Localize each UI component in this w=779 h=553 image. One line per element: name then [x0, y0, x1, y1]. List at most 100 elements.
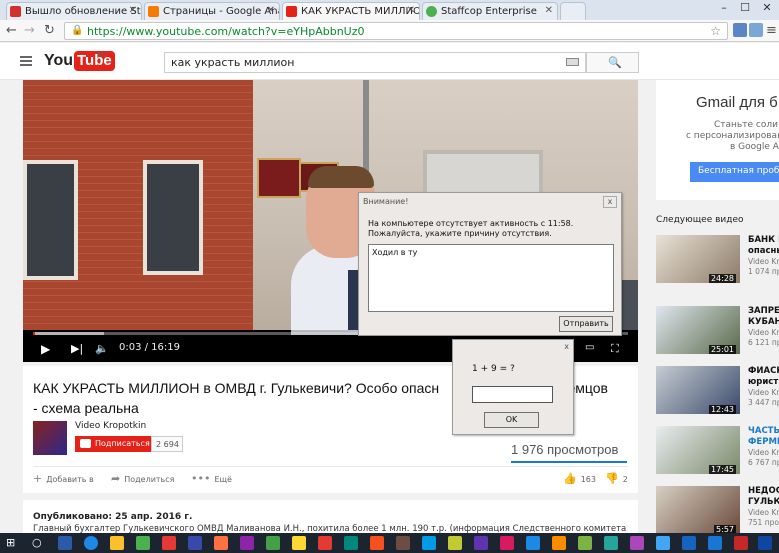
tab-google-analytics[interactable]: Страницы - Google Analy ✕	[144, 2, 280, 20]
minimize-window-icon[interactable]: –	[715, 1, 733, 14]
app-icon[interactable]	[162, 536, 176, 550]
back-icon[interactable]: ←	[6, 23, 17, 38]
app-icon[interactable]	[370, 536, 384, 550]
related-channel[interactable]: Video Kr	[748, 448, 779, 457]
ok-button[interactable]: OK	[484, 412, 539, 428]
windows-start-icon[interactable]: ⊞	[6, 536, 20, 550]
app-icon[interactable]	[758, 536, 772, 550]
youtube-logo[interactable]: You	[44, 52, 73, 70]
search-input[interactable]: как украсть миллион	[164, 52, 586, 73]
related-video[interactable]: 24:28 БАНК Г опасны Video Kr 1 074 пр	[656, 235, 779, 287]
address-bar[interactable]: 🔒 https://www.youtube.com/watch?v=eYHpAb…	[64, 22, 728, 40]
related-title[interactable]: опасны	[748, 246, 779, 256]
add-to-button[interactable]: + Добавить в	[33, 472, 94, 485]
subscribe-button[interactable]: Подписаться	[75, 436, 151, 452]
app-icon[interactable]	[474, 536, 488, 550]
youtube-icon	[80, 439, 91, 448]
related-video[interactable]: 12:43 ФИАСК юрист Video Kr 3 447 пр	[656, 366, 779, 418]
related-video[interactable]: 17:45 ЧАСТЬ ФЕРМЕ Video Kr 6 767 пр	[656, 426, 779, 478]
app-icon[interactable]	[552, 536, 566, 550]
tab-staffcop-news[interactable]: Вышло обновление Staffc ✕	[6, 2, 142, 20]
tab-youtube-video[interactable]: КАК УКРАСТЬ МИЛЛИОН ✕	[282, 2, 420, 20]
close-tab-icon[interactable]: ✕	[129, 5, 137, 16]
app-icon[interactable]	[214, 536, 228, 550]
related-channel[interactable]: Video Kr	[748, 388, 779, 397]
extension-icon[interactable]	[749, 23, 763, 37]
hamburger-menu-icon[interactable]	[20, 56, 32, 66]
app-icon[interactable]	[396, 536, 410, 550]
youtube-logo-tube[interactable]: Tube	[74, 51, 115, 71]
channel-avatar[interactable]	[33, 421, 67, 455]
bookmark-star-icon[interactable]: ☆	[710, 24, 721, 38]
app-icon[interactable]	[188, 536, 202, 550]
inactivity-dialog[interactable]: Внимание! x На компьютере отсутствует ак…	[358, 192, 622, 336]
extension-icon[interactable]	[733, 23, 747, 37]
yandex-icon[interactable]	[318, 536, 332, 550]
related-channel[interactable]: Video Kr	[748, 328, 779, 337]
play-icon[interactable]: ▶	[41, 342, 50, 356]
related-title[interactable]: БАНК Г	[748, 235, 779, 245]
related-title[interactable]: юрист	[748, 377, 778, 387]
close-dialog-button[interactable]: x	[564, 342, 569, 351]
related-title[interactable]: ЗАПРЕ	[748, 306, 779, 316]
reload-icon[interactable]: ↻	[44, 23, 55, 38]
close-tab-icon[interactable]: ✕	[267, 5, 275, 16]
related-channel[interactable]: Video Kr	[748, 508, 779, 517]
app-icon[interactable]	[604, 536, 618, 550]
related-title[interactable]: КУБАН	[748, 317, 779, 327]
miniplayer-icon[interactable]: ▭	[585, 342, 594, 353]
menu-icon[interactable]: ≡	[766, 23, 777, 38]
app-icon[interactable]	[448, 536, 462, 550]
new-tab-button[interactable]	[560, 2, 586, 20]
word-icon[interactable]	[708, 536, 722, 550]
captcha-answer-input[interactable]	[472, 386, 553, 403]
app-icon[interactable]	[578, 536, 592, 550]
app-icon[interactable]	[58, 536, 72, 550]
related-title[interactable]: ГУЛЬКЕ	[748, 497, 779, 507]
maximize-window-icon[interactable]: ☐	[736, 1, 754, 14]
related-title[interactable]: НЕДОС	[748, 486, 779, 496]
related-video[interactable]: 5:57 НЕДОС ГУЛЬКЕ Video Kr 751 прос	[656, 486, 779, 538]
captcha-dialog[interactable]: x 1 + 9 = ? OK	[452, 339, 574, 435]
outlook-icon[interactable]	[682, 536, 696, 550]
keyboard-icon[interactable]	[566, 58, 579, 66]
search-icon[interactable]: ○	[32, 536, 46, 550]
related-title[interactable]: ЧАСТЬ	[748, 426, 779, 436]
close-tab-icon[interactable]: ✕	[545, 5, 553, 16]
more-button[interactable]: ••• Ещё	[191, 472, 232, 485]
related-channel[interactable]: Video Kr	[748, 257, 779, 266]
search-button[interactable]: 🔍	[586, 52, 639, 73]
next-video-icon[interactable]: ▶|	[71, 342, 83, 355]
app-icon[interactable]	[500, 536, 514, 550]
related-title[interactable]: ФЕРМЕ	[748, 437, 779, 447]
close-dialog-button[interactable]: x	[603, 196, 617, 208]
chrome-icon[interactable]	[292, 536, 306, 550]
sidebar-ad[interactable]: Gmail для б Станьте соли с персонализиро…	[656, 80, 779, 200]
volume-icon[interactable]: 🔈	[95, 342, 109, 355]
app-icon[interactable]	[136, 536, 150, 550]
app-icon[interactable]	[240, 536, 254, 550]
share-button[interactable]: ➦ Поделиться	[111, 472, 174, 485]
app-icon[interactable]	[656, 536, 670, 550]
app-icon[interactable]	[734, 536, 748, 550]
send-button[interactable]: Отправить	[559, 316, 613, 332]
like-button[interactable]: 👍 163	[563, 472, 596, 485]
app-icon[interactable]	[630, 536, 644, 550]
app-icon[interactable]	[266, 536, 280, 550]
related-title[interactable]: ФИАСК	[748, 366, 779, 376]
app-icon[interactable]	[422, 536, 436, 550]
dislike-button[interactable]: 👎 2	[605, 472, 628, 485]
absence-reason-textarea[interactable]: Ходил в ту	[368, 244, 614, 312]
channel-name[interactable]: Video Kropotkin	[75, 421, 146, 431]
fullscreen-icon[interactable]: ⛶	[611, 342, 619, 356]
edge-icon[interactable]	[84, 536, 98, 550]
app-icon[interactable]	[344, 536, 358, 550]
close-window-icon[interactable]: ✕	[758, 1, 776, 14]
ad-cta-button[interactable]: Бесплатная пробная	[690, 162, 779, 182]
app-icon[interactable]	[526, 536, 540, 550]
tab-staffcop-enterprise[interactable]: Staffcop Enterprise ✕	[422, 2, 558, 20]
related-video[interactable]: 25:01 ЗАПРЕ КУБАН Video Kr 6 121 пр	[656, 306, 779, 358]
explorer-icon[interactable]	[110, 536, 124, 550]
close-tab-icon[interactable]: ✕	[407, 5, 415, 16]
forward-icon[interactable]: →	[24, 23, 35, 38]
